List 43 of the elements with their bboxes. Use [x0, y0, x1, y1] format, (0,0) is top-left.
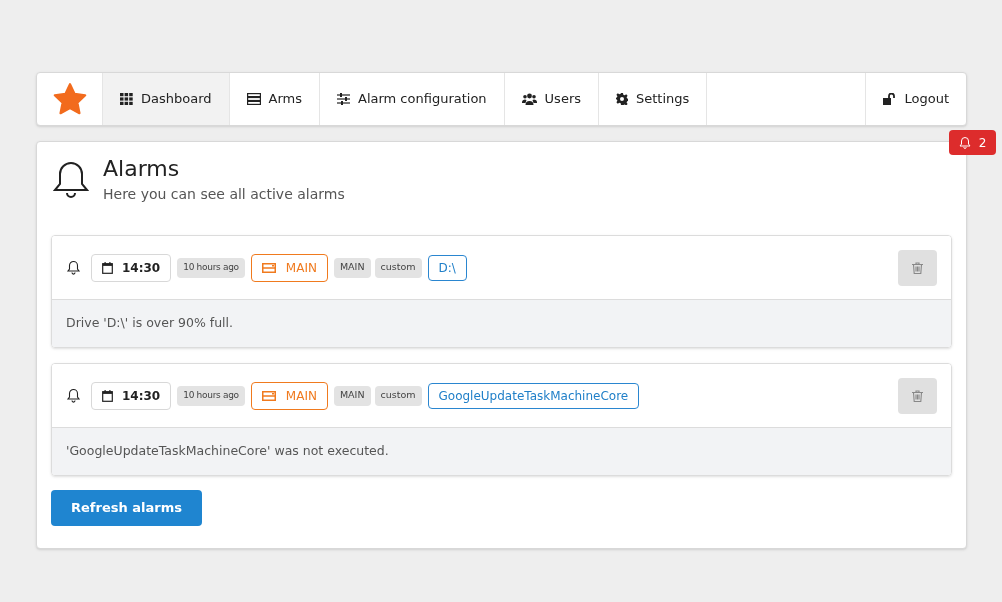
- nav-tab[interactable]: Alarm configuration: [320, 73, 505, 125]
- sliders-icon: [337, 93, 350, 105]
- unlocked-padlock-icon: [883, 93, 897, 105]
- alarm-time: 14:30: [122, 387, 161, 405]
- target-label: D:\: [427, 254, 467, 281]
- trash-icon: [912, 261, 923, 274]
- arm-chip: MAIN: [250, 381, 328, 410]
- logout-button[interactable]: Logout: [865, 73, 966, 125]
- tag: MAIN: [333, 257, 371, 278]
- bell-icon: [958, 136, 971, 149]
- star-logo-icon[interactable]: [51, 82, 88, 116]
- relative-time-label: 10 hours ago: [177, 385, 245, 406]
- alarm-time: 14:30: [122, 259, 161, 277]
- bell-icon: [66, 260, 81, 275]
- page-title: Alarms: [103, 155, 181, 183]
- delete-button[interactable]: [898, 249, 937, 286]
- nav-tab[interactable]: Dashboard: [103, 73, 230, 125]
- gear-icon: [616, 93, 628, 105]
- tag: MAIN: [333, 385, 371, 406]
- target-label: GoogleUpdateTaskMachineCore: [427, 382, 640, 409]
- nav-tab[interactable]: Settings: [599, 73, 708, 125]
- bell-icon: [66, 388, 81, 403]
- alarm-count-badge[interactable]: 2: [949, 130, 996, 155]
- server-icon: [246, 93, 261, 105]
- calendar-icon: [102, 261, 113, 274]
- arm-chip: MAIN: [250, 253, 328, 282]
- calendar-icon: [102, 389, 113, 402]
- server-icon: [261, 390, 276, 401]
- refresh-alarms-button[interactable]: Refresh alarms: [51, 490, 202, 526]
- trash-icon: [912, 389, 923, 402]
- tag: custom: [374, 257, 422, 278]
- tag: custom: [374, 385, 422, 406]
- page-subtitle: Here you can see all active alarms: [103, 185, 345, 204]
- server-icon: [261, 262, 276, 273]
- bell-icon: [53, 160, 89, 200]
- alarm-message: 'GoogleUpdateTaskMachineCore' was not executed.: [66, 442, 389, 461]
- delete-button[interactable]: [898, 377, 937, 414]
- users-icon: [521, 93, 537, 105]
- nav-tab[interactable]: Users: [504, 73, 599, 125]
- alarm-message: Drive 'D:\' is over 90% full.: [66, 314, 233, 333]
- nav-tab[interactable]: Arms: [229, 73, 320, 125]
- relative-time-label: 10 hours ago: [177, 257, 245, 278]
- grid-icon: [120, 93, 133, 105]
